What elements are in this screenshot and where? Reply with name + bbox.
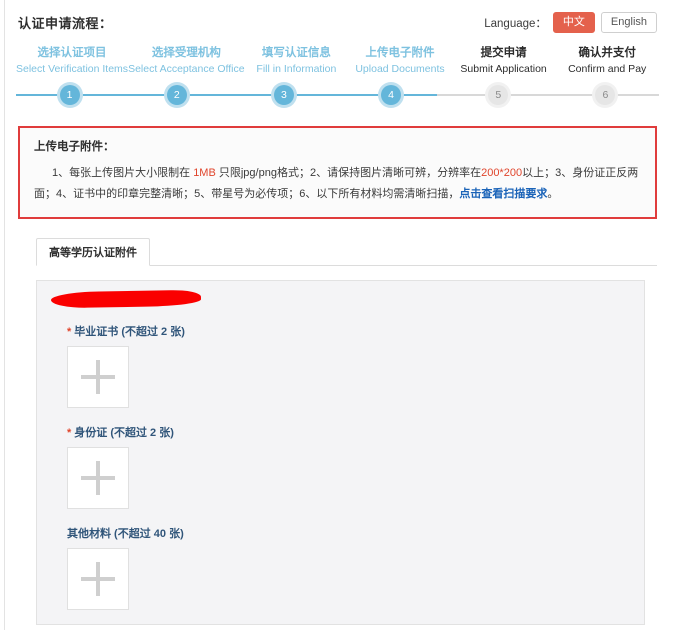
step-6-label-en: Confirm and Pay: [568, 63, 647, 75]
group-spacer-2: [37, 509, 644, 527]
upload-group-id-card: * 身份证 (不超过 2 张): [37, 426, 644, 509]
step-dot-4[interactable]: 4: [381, 85, 402, 105]
upload-group-id-card-label: * 身份证 (不超过 2 张): [67, 426, 644, 440]
notice-highlight-resolution: 200*200: [481, 167, 523, 179]
page-title: 认证申请流程：: [18, 16, 113, 31]
tab-higher-education-attachments[interactable]: 高等学历认证附件: [36, 238, 150, 266]
upload-group-diploma: * 毕业证书 (不超过 2 张): [37, 325, 644, 408]
upload-button-diploma[interactable]: [67, 346, 129, 408]
step-2-label-cn: 选择受理机构: [151, 47, 221, 59]
step-3-label-cn: 填写认证信息: [261, 47, 331, 59]
stepper-track: 1 2 3 4 5 6: [16, 82, 659, 108]
group-spacer-1: [37, 408, 644, 426]
upload-group-diploma-label: * 毕业证书 (不超过 2 张): [67, 325, 644, 339]
step-4-label-cn: 上传电子附件: [365, 47, 435, 59]
step-dot-col-3: 3: [230, 82, 337, 105]
step-5-label-cn: 提交申请: [480, 47, 527, 59]
language-switcher: Language： 中文 English: [484, 12, 657, 33]
upload-group-id-card-text: 身份证 (不超过 2 张): [74, 427, 174, 439]
required-star-id-card: *: [67, 427, 72, 439]
scan-requirements-link[interactable]: 点击查看扫描要求: [459, 188, 547, 200]
plus-icon: [81, 461, 115, 495]
step-dot-col-6: 6: [552, 82, 659, 105]
lang-chinese-button[interactable]: 中文: [552, 12, 595, 33]
notice-seg-1: 1、每张上传图片大小限制在: [52, 167, 194, 179]
step-6-label-cn: 确认并支付: [578, 47, 636, 59]
required-star-diploma: *: [67, 326, 72, 338]
plus-icon: [81, 562, 115, 596]
step-4-label-en: Upload Documents: [355, 63, 445, 75]
step-dot-6[interactable]: 6: [595, 85, 616, 105]
upload-button-id-card[interactable]: [67, 447, 129, 509]
plus-icon: [81, 360, 115, 394]
progress-stepper: 选择认证项目 Select Verification Items 选择受理机构 …: [12, 45, 663, 108]
upload-group-diploma-text: 毕业证书 (不超过 2 张): [74, 326, 185, 338]
step-dot-5[interactable]: 5: [488, 85, 509, 105]
notice-title: 上传电子附件：: [34, 141, 115, 153]
language-label: Language：: [484, 17, 547, 30]
stepper-labels: 选择认证项目 Select Verification Items 选择受理机构 …: [16, 45, 659, 77]
step-1-label-cn: 选择认证项目: [37, 47, 107, 59]
step-2-label-en: Select Acceptance Office: [128, 63, 245, 75]
notice-seg-4: 。: [547, 188, 559, 200]
step-5-label: 提交申请 Submit Application: [452, 45, 556, 77]
attachment-tabs: 高等学历认证附件: [36, 238, 657, 266]
step-3-label: 填写认证信息 Fill in Information: [245, 45, 349, 77]
step-1-label-en: Select Verification Items: [16, 63, 129, 75]
upload-group-other-materials-label: 其他材料 (不超过 40 张): [67, 527, 644, 541]
step-4-label: 上传电子附件 Upload Documents: [348, 45, 452, 77]
upload-panel: * 毕业证书 (不超过 2 张) * 身份证 (不超过 2 张) 其他材料 (不超过…: [36, 280, 645, 625]
page-header: 认证申请流程： Language： 中文 English: [12, 0, 663, 39]
step-dot-2[interactable]: 2: [166, 85, 187, 105]
stepper-dots: 1 2 3 4 5 6: [16, 82, 659, 105]
upload-button-other-materials[interactable]: [67, 548, 129, 610]
lang-english-button[interactable]: English: [600, 12, 657, 33]
step-dot-3[interactable]: 3: [273, 85, 294, 105]
notice-seg-2: 只限jpg/png格式；2、请保持图片清晰可辨，分辨率在: [215, 167, 482, 179]
step-dot-col-5: 5: [445, 82, 552, 105]
step-3-label-en: Fill in Information: [256, 63, 337, 75]
step-dot-1[interactable]: 1: [59, 85, 80, 105]
upload-group-other-materials-text: 其他材料 (不超过 40 张): [67, 528, 184, 540]
step-dot-col-1: 1: [16, 82, 123, 105]
step-6-label: 确认并支付 Confirm and Pay: [555, 45, 659, 77]
upload-notice-box: 上传电子附件： 1、每张上传图片大小限制在 1MB 只限jpg/png格式；2、…: [18, 126, 657, 219]
notice-body: 1、每张上传图片大小限制在 1MB 只限jpg/png格式；2、请保持图片清晰可…: [34, 163, 641, 205]
step-1-label: 选择认证项目 Select Verification Items: [16, 45, 128, 77]
upload-group-other-materials: 其他材料 (不超过 40 张): [37, 527, 644, 610]
application-page: 认证申请流程： Language： 中文 English 选择认证项目 Sele…: [0, 0, 675, 630]
step-5-label-en: Submit Application: [460, 63, 547, 75]
step-dot-col-2: 2: [123, 82, 230, 105]
notice-highlight-size: 1MB: [193, 167, 216, 179]
step-dot-col-4: 4: [338, 82, 445, 105]
step-2-label: 选择受理机构 Select Acceptance Office: [128, 45, 245, 77]
